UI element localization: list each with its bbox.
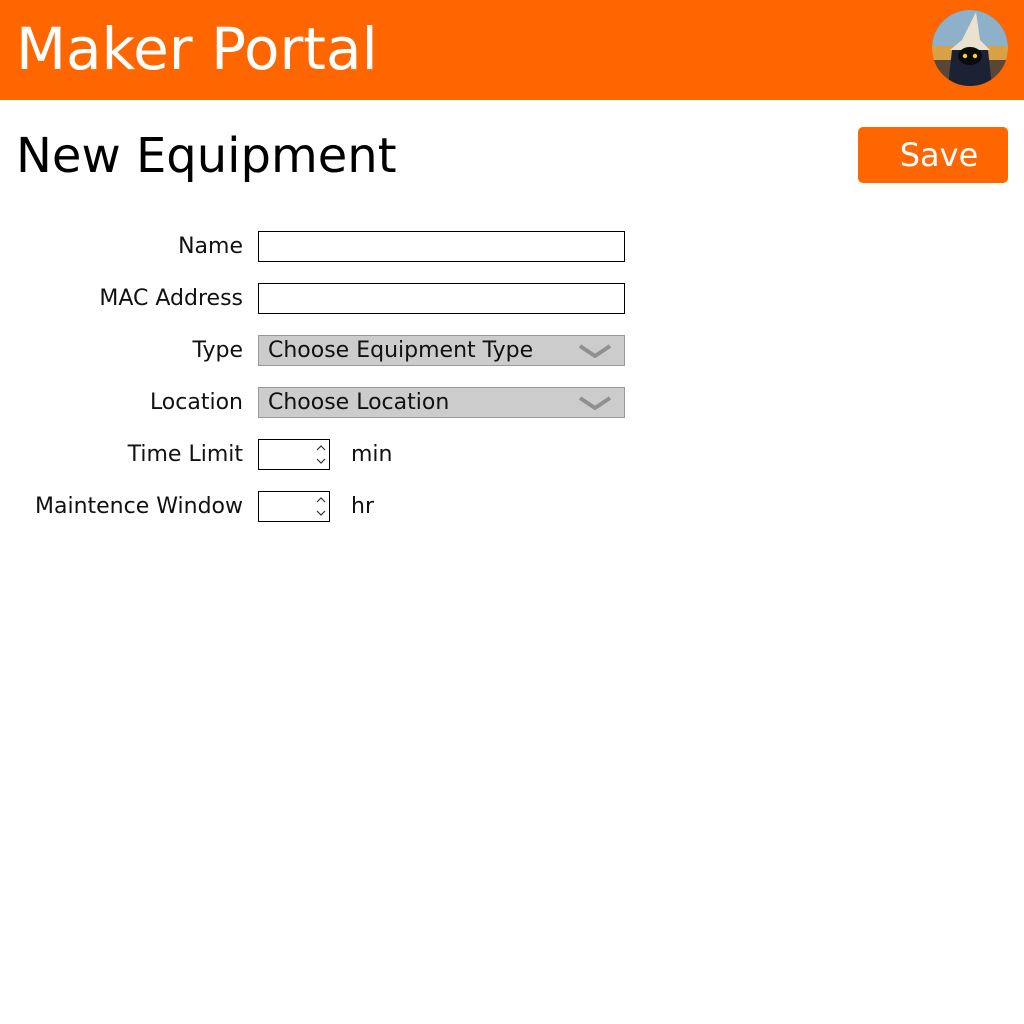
name-label: Name	[178, 234, 243, 259]
mac-address-input[interactable]	[258, 283, 625, 314]
maintenance-window-input[interactable]	[258, 491, 330, 522]
mac-address-row: MAC Address	[0, 283, 1024, 315]
location-label: Location	[149, 390, 243, 415]
name-input[interactable]	[258, 231, 625, 262]
location-select[interactable]: Choose Location	[258, 387, 625, 418]
user-avatar-icon[interactable]	[932, 10, 1008, 86]
chevron-down-icon	[578, 396, 612, 410]
time-limit-unit: min	[351, 442, 393, 467]
spinner-icon[interactable]	[315, 494, 327, 519]
time-limit-row: Time Limit min	[0, 439, 1024, 471]
app-header: Maker Portal	[0, 0, 1024, 100]
time-limit-label: Time Limit	[127, 442, 243, 467]
type-label: Type	[192, 338, 243, 363]
save-button[interactable]: Save	[858, 127, 1008, 183]
app-title: Maker Portal	[16, 15, 378, 83]
mac-address-label: MAC Address	[99, 286, 243, 311]
location-select-value: Choose Location	[268, 390, 450, 415]
name-row: Name	[0, 231, 1024, 263]
spinner-icon[interactable]	[315, 442, 327, 467]
type-select[interactable]: Choose Equipment Type	[258, 335, 625, 366]
time-limit-input[interactable]	[258, 439, 330, 470]
page-title: New Equipment	[16, 128, 397, 184]
maintenance-window-label: Maintence Window	[35, 494, 243, 519]
location-row: Location Choose Location	[0, 387, 1024, 419]
type-row: Type Choose Equipment Type	[0, 335, 1024, 367]
maintenance-window-row: Maintence Window hr	[0, 491, 1024, 523]
chevron-down-icon	[578, 344, 612, 358]
maintenance-window-unit: hr	[351, 494, 374, 519]
type-select-value: Choose Equipment Type	[268, 338, 534, 363]
